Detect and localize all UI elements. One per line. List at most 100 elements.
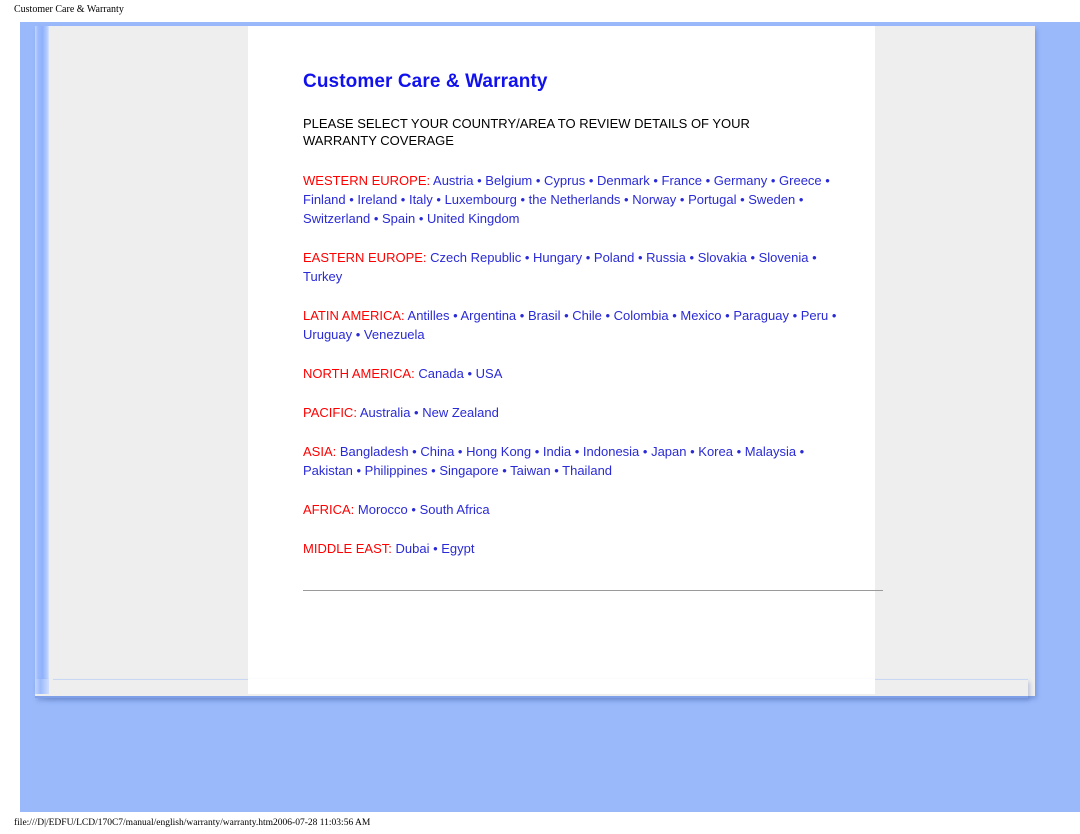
country-link[interactable]: Antilles	[408, 308, 450, 323]
country-link[interactable]: Egypt	[441, 541, 474, 556]
country-separator: •	[649, 173, 662, 188]
country-link[interactable]: Bangladesh	[340, 444, 409, 459]
region-block: ASIA: Bangladesh • China • Hong Kong • I…	[303, 442, 845, 480]
country-separator: •	[410, 405, 423, 420]
country-link[interactable]: Norway	[632, 192, 676, 207]
country-separator: •	[345, 192, 358, 207]
country-link[interactable]: Peru	[801, 308, 828, 323]
country-link[interactable]: Chile	[572, 308, 602, 323]
country-separator: •	[415, 211, 428, 226]
content-column: Customer Care & Warranty PLEASE SELECT Y…	[248, 26, 883, 696]
bottom-strip-rail	[35, 679, 49, 694]
country-link[interactable]: South Africa	[420, 502, 490, 517]
country-link[interactable]: Belgium	[485, 173, 532, 188]
content-divider	[303, 590, 883, 591]
print-footer-path: file:///D|/EDFU/LCD/170C7/manual/english…	[14, 818, 371, 828]
country-link[interactable]: Venezuela	[364, 327, 425, 342]
country-link[interactable]: Taiwan	[510, 463, 550, 478]
country-link[interactable]: New Zealand	[422, 405, 499, 420]
country-link[interactable]: Spain	[382, 211, 415, 226]
country-link[interactable]: Pakistan	[303, 463, 353, 478]
country-link[interactable]: Hungary	[533, 250, 582, 265]
region-block: AFRICA: Morocco • South Africa	[303, 500, 845, 519]
country-link[interactable]: Luxembourg	[445, 192, 517, 207]
country-link[interactable]: USA	[476, 366, 503, 381]
country-link[interactable]: Czech Republic	[430, 250, 521, 265]
country-link[interactable]: the Netherlands	[529, 192, 621, 207]
region-name: AFRICA:	[303, 502, 355, 517]
country-separator: •	[560, 308, 573, 323]
region-block: NORTH AMERICA: Canada • USA	[303, 364, 845, 383]
country-link[interactable]: Cyprus	[544, 173, 585, 188]
region-name: MIDDLE EAST:	[303, 541, 392, 556]
country-separator: •	[521, 250, 533, 265]
country-link[interactable]: Italy	[409, 192, 433, 207]
country-link[interactable]: Hong Kong	[466, 444, 531, 459]
bottom-strip-white	[248, 679, 875, 694]
country-link[interactable]: Dubai	[395, 541, 429, 556]
country-link[interactable]: Canada	[418, 366, 464, 381]
country-link[interactable]: Austria	[433, 173, 473, 188]
country-link[interactable]: Australia	[360, 405, 411, 420]
country-link[interactable]: Ireland	[357, 192, 397, 207]
country-link[interactable]: China	[420, 444, 454, 459]
region-block: WESTERN EUROPE: Austria • Belgium • Cypr…	[303, 171, 845, 228]
country-separator: •	[585, 173, 597, 188]
region-name: PACIFIC:	[303, 405, 357, 420]
country-separator: •	[397, 192, 409, 207]
country-link[interactable]: Russia	[646, 250, 686, 265]
country-link[interactable]: Sweden	[748, 192, 795, 207]
country-separator: •	[702, 173, 714, 188]
country-link[interactable]: Portugal	[688, 192, 736, 207]
country-link[interactable]: United Kingdom	[427, 211, 520, 226]
country-separator: •	[454, 444, 467, 459]
country-link[interactable]: Korea	[698, 444, 733, 459]
country-link[interactable]: Morocco	[358, 502, 408, 517]
country-separator: •	[516, 308, 528, 323]
country-link[interactable]: Indonesia	[583, 444, 639, 459]
region-block: EASTERN EUROPE: Czech Republic • Hungary…	[303, 248, 845, 286]
country-link[interactable]: Brasil	[528, 308, 561, 323]
country-link[interactable]: Greece	[779, 173, 822, 188]
country-link[interactable]: Mexico	[680, 308, 721, 323]
country-separator: •	[686, 444, 699, 459]
country-link[interactable]: France	[662, 173, 702, 188]
country-link[interactable]: Slovenia	[759, 250, 809, 265]
country-separator: •	[463, 366, 476, 381]
left-accent-rail	[35, 26, 49, 696]
country-separator: •	[796, 444, 805, 459]
region-name: WESTERN EUROPE:	[303, 173, 431, 188]
country-link[interactable]: Poland	[594, 250, 634, 265]
country-separator: •	[620, 192, 633, 207]
country-separator: •	[498, 463, 511, 478]
country-link[interactable]: Denmark	[597, 173, 650, 188]
country-link[interactable]: Argentina	[461, 308, 517, 323]
region-block: PACIFIC: Australia • New Zealand	[303, 403, 845, 422]
country-separator: •	[352, 463, 365, 478]
country-link[interactable]: Turkey	[303, 269, 342, 284]
country-link[interactable]: Thailand	[562, 463, 612, 478]
country-link[interactable]: Malaysia	[745, 444, 796, 459]
country-separator: •	[639, 444, 652, 459]
country-link[interactable]: India	[543, 444, 571, 459]
country-separator: •	[746, 250, 759, 265]
country-separator: •	[449, 308, 461, 323]
page-bottom-strip	[35, 679, 1028, 698]
country-link[interactable]: Colombia	[614, 308, 669, 323]
country-link[interactable]: Slovakia	[698, 250, 747, 265]
country-separator: •	[676, 192, 689, 207]
country-link[interactable]: Singapore	[439, 463, 498, 478]
country-link[interactable]: Paraguay	[733, 308, 789, 323]
country-link[interactable]: Philippines	[365, 463, 428, 478]
region-block: LATIN AMERICA: Antilles • Argentina • Br…	[303, 306, 845, 344]
region-block: MIDDLE EAST: Dubai • Egypt	[303, 539, 845, 558]
country-link[interactable]: Japan	[651, 444, 686, 459]
country-link[interactable]: Finland	[303, 192, 346, 207]
country-separator: •	[668, 308, 681, 323]
country-link[interactable]: Germany	[714, 173, 767, 188]
country-link[interactable]: Uruguay	[303, 327, 352, 342]
country-separator: •	[788, 308, 801, 323]
country-separator: •	[721, 308, 734, 323]
country-separator: •	[571, 444, 583, 459]
country-link[interactable]: Switzerland	[303, 211, 370, 226]
